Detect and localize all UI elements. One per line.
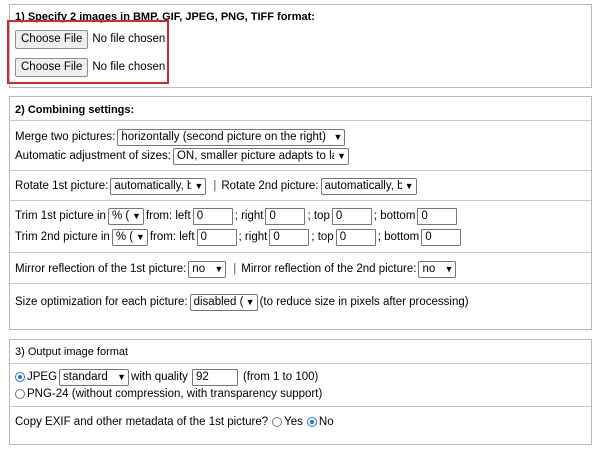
trim1-right-input[interactable]: 0 [265, 207, 306, 225]
trim2-unit-select[interactable]: % ( ▼ [111, 228, 148, 246]
png-row: PNG-24 (without compression, with transp… [15, 385, 322, 403]
trim1-unit-value: % ( [111, 210, 130, 222]
rotate-row: Rotate 1st picture: automatically, b ▼ |… [15, 177, 419, 195]
exif-no-label: No [318, 416, 334, 428]
exif-label: Copy EXIF and other metadata of the 1st … [15, 416, 269, 428]
from-left-label: from: left [149, 231, 195, 243]
adjust-select-value: ON, smaller picture adapts to la [176, 150, 335, 162]
trim2-top-input[interactable]: 0 [335, 228, 376, 246]
chevron-down-icon: ▼ [214, 264, 224, 274]
merge-select[interactable]: horizontally (second picture on the righ… [117, 128, 346, 146]
chevron-down-icon: ▼ [444, 264, 454, 274]
divider [10, 363, 591, 364]
merge-label: Merge two pictures: [15, 131, 116, 143]
section3-title: 3) Output image format [15, 346, 129, 358]
divider [10, 252, 591, 253]
mirror1-select[interactable]: no ▼ [188, 260, 227, 278]
chevron-down-icon: ▼ [132, 211, 141, 221]
trim2-unit-value: % ( [115, 231, 133, 243]
chevron-down-icon: ▼ [337, 151, 346, 161]
mirror2-select-value: no [422, 263, 436, 275]
trim1-row: Trim 1st picture in % ( ▼ from: left 0 ;… [15, 207, 459, 225]
trim2-right-input[interactable]: 0 [269, 228, 310, 246]
adjust-select[interactable]: ON, smaller picture adapts to la ▼ [172, 147, 349, 165]
trim2-row: Trim 2nd picture in % ( ▼ from: left 0 ;… [15, 228, 463, 246]
rotate2-select[interactable]: automatically, b ▼ [320, 177, 417, 195]
jpeg-radio[interactable] [15, 372, 25, 382]
divider [10, 406, 591, 407]
chevron-down-icon: ▼ [404, 181, 414, 191]
section2-title: 2) Combining settings: [15, 104, 135, 116]
mirror-row: Mirror reflection of the 1st picture: no… [15, 260, 458, 278]
top-label: ; top [307, 210, 330, 222]
quality-range: (from 1 to 100) [242, 371, 319, 383]
chevron-down-icon: ▼ [245, 297, 255, 307]
exif-row: Copy EXIF and other metadata of the 1st … [15, 413, 334, 431]
sizeopt-select-value: disabled ( [193, 296, 243, 308]
quality-input[interactable]: 92 [191, 368, 238, 386]
adjust-row: Automatic adjustment of sizes: ON, small… [15, 147, 351, 165]
rotate2-select-value: automatically, b [324, 180, 402, 192]
divider [10, 283, 591, 284]
trim2-label: Trim 2nd picture in [15, 231, 110, 243]
mirror2-select[interactable]: no ▼ [418, 260, 457, 278]
sizeopt-select[interactable]: disabled ( ▼ [189, 293, 258, 311]
mirror1-label: Mirror reflection of the 1st picture: [15, 263, 187, 275]
jpeg-mode-value: standard [63, 371, 108, 383]
bottom-label: ; bottom [377, 231, 420, 243]
trim1-label: Trim 1st picture in [15, 210, 106, 222]
jpeg-row: JPEG standard ▼ with quality 92 (from 1 … [15, 368, 318, 386]
jpeg-label: JPEG [27, 371, 58, 383]
png-radio[interactable] [15, 389, 25, 399]
exif-yes-radio[interactable] [272, 417, 283, 427]
sizeopt-note: (to reduce size in pixels after processi… [259, 296, 469, 308]
trim1-bottom-input[interactable]: 0 [417, 207, 458, 225]
separator-pipe: | [233, 263, 237, 275]
chevron-down-icon: ▼ [117, 372, 127, 382]
png-label: PNG-24 (without compression, with transp… [27, 388, 323, 400]
top-label: ; top [311, 231, 334, 243]
rotate1-label: Rotate 1st picture: [15, 180, 109, 192]
mirror1-select-value: no [192, 263, 206, 275]
adjust-label: Automatic adjustment of sizes: [15, 150, 171, 162]
exif-no-radio[interactable] [306, 417, 317, 427]
separator-pipe: | [213, 180, 217, 192]
chevron-down-icon: ▼ [135, 232, 145, 242]
jpeg-mode-select[interactable]: standard ▼ [59, 368, 130, 386]
rotate1-select[interactable]: automatically, b ▼ [110, 177, 207, 195]
output-format-panel: 3) Output image format JPEG standard ▼ w… [9, 339, 592, 445]
right-label: ; right [234, 210, 264, 222]
merge-select-value: horizontally (second picture on the righ… [121, 131, 326, 143]
trim1-unit-select[interactable]: % ( ▼ [107, 207, 144, 225]
trim2-bottom-input[interactable]: 0 [421, 228, 462, 246]
rotate2-label: Rotate 2nd picture: [221, 180, 319, 192]
divider [10, 170, 591, 171]
chevron-down-icon: ▼ [333, 132, 343, 142]
combining-settings-panel: 2) Combining settings: Merge two picture… [9, 96, 592, 330]
quality-label: with quality [131, 371, 188, 383]
mirror2-label: Mirror reflection of the 2nd picture: [241, 263, 417, 275]
from-left-label: from: left [145, 210, 191, 222]
highlight-box [7, 20, 169, 84]
size-optimization-row: Size optimization for each picture: disa… [15, 293, 469, 311]
divider [10, 200, 591, 201]
merge-row: Merge two pictures: horizontally (second… [15, 128, 347, 146]
bottom-label: ; bottom [373, 210, 416, 222]
chevron-down-icon: ▼ [194, 181, 204, 191]
trim1-top-input[interactable]: 0 [331, 207, 372, 225]
trim2-left-input[interactable]: 0 [196, 228, 237, 246]
sizeopt-label: Size optimization for each picture: [15, 296, 188, 308]
divider [10, 120, 591, 121]
trim1-left-input[interactable]: 0 [192, 207, 233, 225]
rotate1-select-value: automatically, b [114, 180, 192, 192]
exif-yes-label: Yes [284, 416, 303, 428]
right-label: ; right [238, 231, 268, 243]
